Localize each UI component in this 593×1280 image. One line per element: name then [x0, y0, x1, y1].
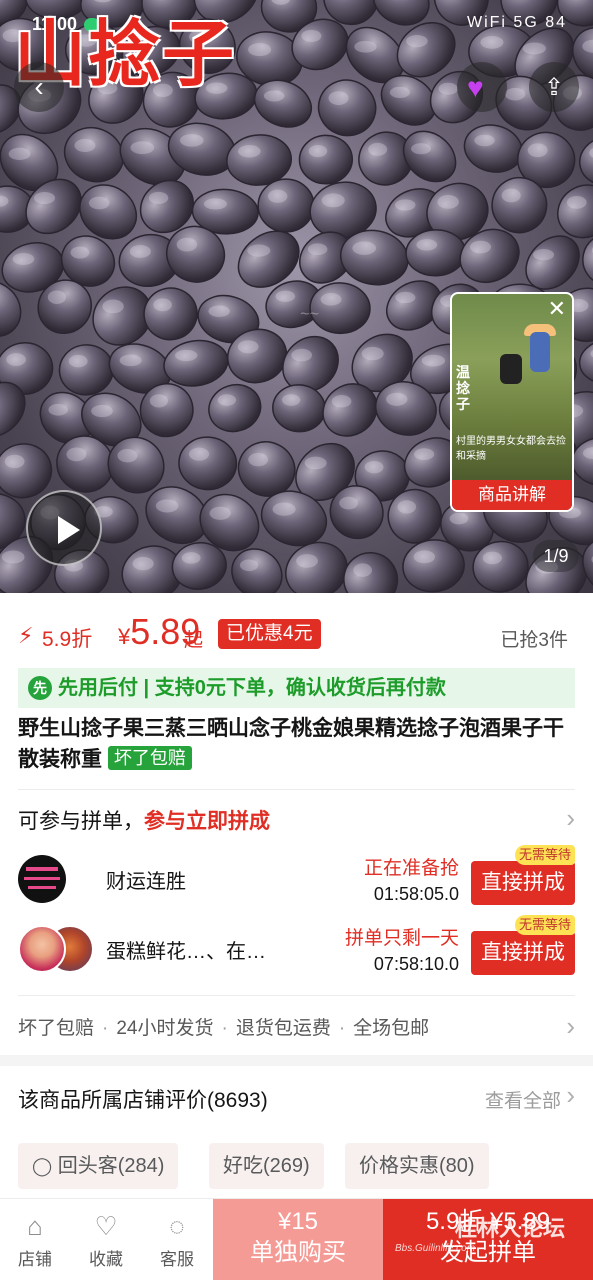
play-icon: [58, 516, 80, 544]
heart-icon: ♥: [467, 72, 484, 103]
play-video-button[interactable]: [26, 490, 102, 566]
bottom-action-bar: ⌂ 店铺 ♡ 收藏 ◌ 客服 ¥15 单独购买 5.9折 ¥5.89 发起拼单 …: [0, 1198, 593, 1280]
sold-count: 已抢3件: [500, 630, 568, 651]
group-row[interactable]: 蛋糕鲜花…、在… 拼单只剩一天 07:58:10.0 无需等待 直接拼成: [18, 915, 575, 977]
product-video-card[interactable]: ✕ 温捻子 村里的男男女女都会去捡和采摘 商品讲解: [450, 292, 574, 512]
no-wait-badge: 无需等待: [514, 915, 575, 935]
avatar: [18, 855, 66, 903]
product-info-card: ⚡ 5.9折 ¥5.89 起 已优惠4元 已抢3件 先 先用后付 | 支持0元下…: [0, 593, 593, 1055]
group-row[interactable]: 财运连胜 正在准备抢 01:58:05.0 无需等待 直接拼成: [18, 845, 575, 907]
product-title: 野生山捻子果三蒸三晒山念子桃金娘果精选捻子泡酒果子干散装称重 坏了包赔: [18, 717, 564, 771]
chevron-left-icon: ‹: [34, 71, 44, 102]
video-side-text: 温捻子: [456, 364, 470, 412]
price-row: ⚡ 5.9折 ¥5.89 起 已优惠4元 已抢3件: [18, 611, 578, 657]
group-user-name: 蛋糕鲜花…、在…: [106, 941, 266, 963]
group-state: 正在准备抢 01:58:05.0: [363, 858, 459, 904]
chevron-right-icon[interactable]: ›: [566, 1080, 575, 1111]
store-icon: ⌂: [27, 1211, 43, 1241]
customer-service-tab[interactable]: ◌ 客服: [142, 1209, 212, 1270]
service-item: 24小时发货: [116, 1018, 214, 1039]
service-item: 退货包运费: [235, 1018, 331, 1039]
service-item: 全场包邮: [353, 1018, 430, 1039]
image-watermark: ~~: [300, 306, 319, 323]
review-tag[interactable]: 好吃(269): [209, 1143, 324, 1189]
pay-later-text: 先用后付 | 支持0元下单，确认收货后再付款: [58, 677, 446, 699]
video-card-label: 商品讲解: [452, 480, 572, 510]
start-group-button[interactable]: 5.9折 ¥5.89 发起拼单 桂林人论坛 Bbs.Guilinlife.com: [383, 1199, 593, 1280]
coupon-badge: 已优惠4元: [218, 619, 321, 649]
product-image-carousel[interactable]: ~~ 11:00 WiFi 5G 84 山捻子 ‹ ♥ ⇪ ✕ 温捻子 村里的男…: [0, 0, 593, 593]
review-tag[interactable]: 价格实惠(80): [345, 1143, 489, 1189]
group-state: 拼单只剩一天 07:58:10.0: [344, 928, 459, 974]
heart-icon: ♡: [94, 1211, 118, 1241]
store-reviews-card: 该商品所属店铺评价(8693) 查看全部 › ◯ 回头客(284) 好吃(269…: [0, 1066, 593, 1198]
divider: [18, 789, 575, 790]
share-icon: ⇪: [543, 73, 565, 101]
service-item: 坏了包赔: [18, 1018, 95, 1039]
pay-later-banner[interactable]: 先 先用后付 | 支持0元下单，确认收货后再付款: [18, 668, 575, 708]
guarantee-tag: 坏了包赔: [107, 746, 192, 770]
join-group-button[interactable]: 直接拼成: [471, 931, 575, 975]
close-icon[interactable]: ✕: [548, 296, 566, 322]
no-wait-badge: 无需等待: [514, 845, 575, 865]
reviews-title: 该商品所属店铺评价(8693): [18, 1089, 268, 1112]
service-guarantees[interactable]: 坏了包赔 · 24小时发货 · 退货包运费 · 全场包邮: [18, 1013, 429, 1040]
single-label: 单独购买: [250, 1239, 346, 1266]
store-tab[interactable]: ⌂ 店铺: [0, 1209, 70, 1270]
chat-icon: ◌: [169, 1211, 185, 1241]
pay-later-icon: 先: [28, 676, 52, 700]
back-button[interactable]: ‹: [14, 62, 64, 112]
buy-single-button[interactable]: ¥15 单独购买: [213, 1199, 383, 1280]
view-all-reviews-link[interactable]: 查看全部: [485, 1086, 561, 1113]
status-indicators: WiFi 5G 84: [466, 14, 567, 31]
share-button[interactable]: ⇪: [529, 62, 579, 112]
image-page-indicator: 1/9: [533, 540, 579, 572]
favorite-button[interactable]: ♥: [457, 62, 507, 112]
chevron-right-icon[interactable]: ›: [566, 803, 575, 834]
single-price: ¥15: [277, 1208, 319, 1235]
discount-label: 5.9折: [42, 628, 93, 651]
forum-watermark-url: Bbs.Guilinlife.com: [395, 1243, 476, 1254]
review-tag[interactable]: ◯ 回头客(284): [18, 1143, 179, 1189]
join-group-button[interactable]: 直接拼成: [471, 861, 575, 905]
group-user-name: 财运连胜: [106, 871, 186, 893]
chevron-right-icon[interactable]: ›: [566, 1011, 575, 1042]
price-suffix: 起: [184, 630, 204, 651]
divider: [18, 995, 575, 996]
favorite-tab[interactable]: ♡ 收藏: [71, 1209, 141, 1270]
avatar: [18, 925, 66, 973]
forum-watermark: 桂林人论坛: [454, 1216, 565, 1242]
video-caption: 村里的男男女女都会去捡和采摘: [456, 436, 566, 462]
lightning-icon: ⚡: [18, 623, 34, 648]
reorder-icon: ◯: [32, 1156, 53, 1176]
group-buy-heading[interactable]: 可参与拼单，参与立即拼成: [18, 805, 270, 835]
